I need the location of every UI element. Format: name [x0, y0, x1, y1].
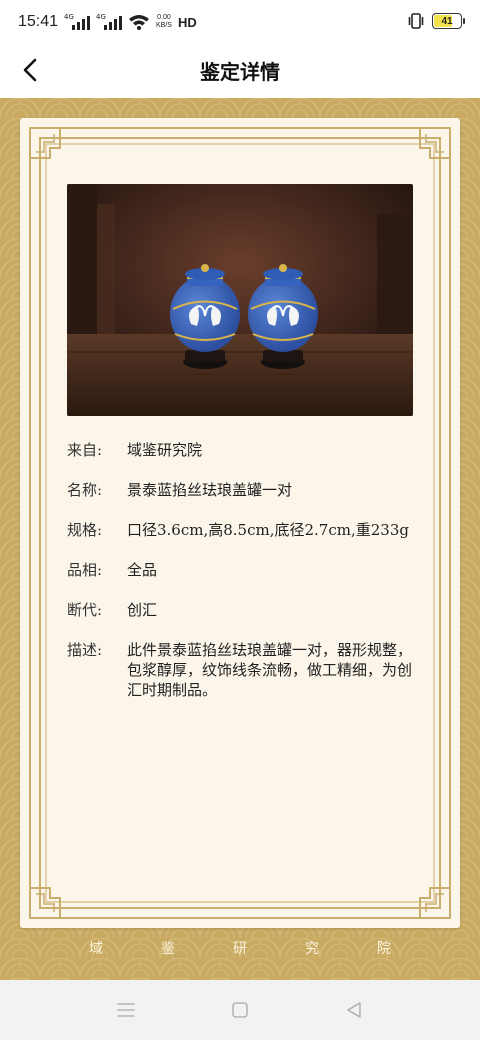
cloisonne-jars-image [67, 184, 413, 416]
home-button[interactable] [228, 998, 252, 1022]
battery-level: 41 [441, 15, 453, 27]
detail-list: 来自: 域鉴研究院 名称: 景泰蓝掐丝珐琅盖罐一对 规格: 口径3.6cm,高8… [67, 440, 417, 720]
wifi-icon [129, 15, 149, 30]
footer-char: 究 [305, 941, 319, 957]
detail-value: 口径3.6cm,高8.5cm,底径2.7cm,重233g [127, 521, 409, 539]
certificate-background: 来自: 域鉴研究院 名称: 景泰蓝掐丝珐琅盖罐一对 规格: 口径3.6cm,高8… [0, 98, 480, 980]
certificate-card: 来自: 域鉴研究院 名称: 景泰蓝掐丝珐琅盖罐一对 规格: 口径3.6cm,高8… [20, 118, 460, 928]
back-triangle-icon [347, 1002, 361, 1018]
status-time: 15:41 [18, 13, 59, 30]
signal-tag: 4G [64, 13, 74, 21]
detail-label: 规格: [67, 521, 103, 539]
status-icons: 4G 4G 0.00 KB/S HD [64, 13, 197, 31]
status-right: 41 [408, 12, 465, 30]
status-bar: 15:41 4G 4G 0.00 KB/S HD 41 [0, 0, 480, 44]
net-speed: 0.00 KB/S [156, 14, 172, 30]
system-nav-bar [0, 980, 480, 1040]
page-title: 鉴定详情 [200, 60, 280, 84]
home-square-icon [232, 1002, 248, 1018]
detail-value: 创汇 [127, 601, 158, 619]
signal-tag: 4G [96, 13, 106, 21]
footer-char: 研 [233, 941, 247, 957]
detail-row-condition: 品相: 全品 [67, 560, 417, 580]
detail-row-spec: 规格: 口径3.6cm,高8.5cm,底径2.7cm,重233g [67, 520, 417, 540]
hd-badge: HD [177, 14, 197, 30]
net-speed-unit: KB/S [156, 22, 172, 29]
vibrate-icon [408, 13, 424, 29]
detail-value: 全品 [127, 561, 158, 579]
detail-row-description: 描述: 此件景泰蓝掐丝珐琅盖罐一对，器形规整，包浆醇厚，纹饰线条流畅，做工精细，… [67, 640, 417, 700]
signal-icon: 4G [96, 13, 122, 30]
detail-value: 景泰蓝掐丝珐琅盖罐一对 [127, 481, 293, 499]
detail-value: 此件景泰蓝掐丝珐琅盖罐一对，器形规整，包浆醇厚，纹饰线条流畅，做工精细，为创汇时… [127, 641, 413, 699]
detail-value: 域鉴研究院 [127, 441, 203, 459]
detail-label: 断代: [67, 601, 103, 619]
nav-bar: 鉴定详情 [0, 44, 480, 98]
signal-icon: 4G [64, 13, 90, 30]
detail-label: 来自: [67, 441, 103, 459]
footer-char: 鉴 [161, 941, 175, 957]
footer-char: 域 [89, 941, 103, 957]
net-speed-value: 0.00 [157, 14, 171, 21]
detail-row-source: 来自: 域鉴研究院 [67, 440, 417, 460]
detail-label: 描述: [67, 641, 103, 659]
detail-label: 名称: [67, 481, 103, 499]
detail-row-name: 名称: 景泰蓝掐丝珐琅盖罐一对 [67, 480, 417, 500]
menu-icon [117, 1003, 135, 1017]
footer-institute-name: 域 鉴 研 究 院 [0, 938, 480, 968]
footer-char: 院 [377, 941, 391, 957]
system-back-button[interactable] [342, 998, 366, 1022]
menu-button[interactable] [114, 998, 138, 1022]
detail-row-dating: 断代: 创汇 [67, 600, 417, 620]
battery-icon: 41 [432, 13, 465, 29]
item-photo [67, 184, 413, 416]
detail-label: 品相: [67, 561, 103, 579]
